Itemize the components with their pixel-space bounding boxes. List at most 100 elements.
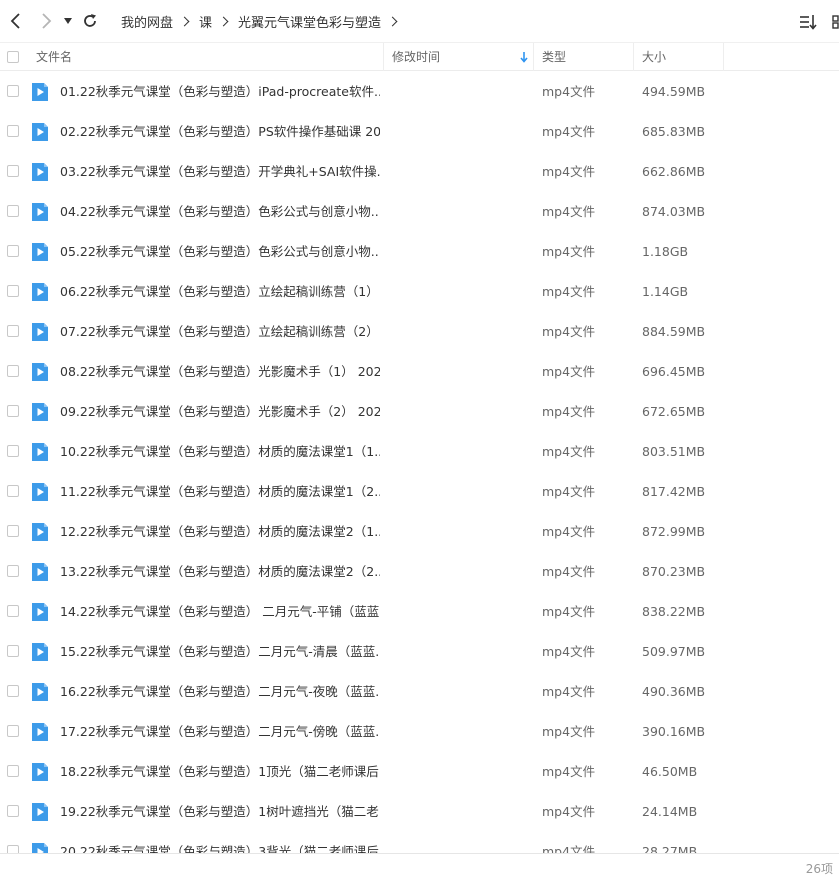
- file-name[interactable]: 07.22秋季元气课堂（色彩与塑造）立绘起稿训练营（2）...: [60, 312, 380, 352]
- column-divider[interactable]: [633, 43, 634, 71]
- row-checkbox[interactable]: [7, 205, 19, 217]
- file-row[interactable]: 01.22秋季元气课堂（色彩与塑造）iPad-procreate软件... mp4…: [0, 72, 839, 112]
- breadcrumb: 我的网盘 课 光翼元气课堂色彩与塑造: [121, 11, 407, 31]
- breadcrumb-item-current[interactable]: 光翼元气课堂色彩与塑造: [238, 12, 381, 31]
- row-checkbox[interactable]: [7, 525, 19, 537]
- video-file-icon: [32, 723, 48, 741]
- breadcrumb-item-root[interactable]: 我的网盘: [121, 12, 173, 31]
- file-name[interactable]: 09.22秋季元气课堂（色彩与塑造）光影魔术手（2） 202...: [60, 392, 380, 432]
- video-file-icon: [32, 763, 48, 781]
- file-name[interactable]: 02.22秋季元气课堂（色彩与塑造）PS软件操作基础课 20...: [60, 112, 380, 152]
- row-checkbox[interactable]: [7, 405, 19, 417]
- view-mode-button[interactable]: [832, 12, 839, 32]
- row-checkbox[interactable]: [7, 845, 19, 853]
- file-row[interactable]: 04.22秋季元气课堂（色彩与塑造）色彩公式与创意小物... mp4文件 874.0…: [0, 192, 839, 232]
- column-divider[interactable]: [533, 43, 534, 71]
- file-name[interactable]: 14.22秋季元气课堂（色彩与塑造） 二月元气-平铺（蓝蓝...: [60, 592, 380, 632]
- video-file-icon: [32, 203, 48, 221]
- file-name[interactable]: 20.22秋季元气课堂（色彩与塑造）3背光（猫二老师课后...: [60, 832, 380, 853]
- row-checkbox[interactable]: [7, 365, 19, 377]
- row-checkbox[interactable]: [7, 85, 19, 97]
- row-checkbox[interactable]: [7, 485, 19, 497]
- refresh-icon: [84, 14, 96, 27]
- file-row[interactable]: 06.22秋季元气课堂（色彩与塑造）立绘起稿训练营（1）... mp4文件 1.14…: [0, 272, 839, 312]
- video-file-icon: [32, 443, 48, 461]
- file-name[interactable]: 19.22秋季元气课堂（色彩与塑造）1树叶遮挡光（猫二老...: [60, 792, 380, 832]
- row-checkbox[interactable]: [7, 325, 19, 337]
- select-all-checkbox[interactable]: [7, 51, 19, 63]
- file-row[interactable]: 08.22秋季元气课堂（色彩与塑造）光影魔术手（1） 202... mp4文件 69…: [0, 352, 839, 392]
- row-checkbox[interactable]: [7, 685, 19, 697]
- file-name[interactable]: 10.22秋季元气课堂（色彩与塑造）材质的魔法课堂1（1...: [60, 432, 380, 472]
- file-row[interactable]: 18.22秋季元气课堂（色彩与塑造）1顶光（猫二老师课后... mp4文件 46.5…: [0, 752, 839, 792]
- file-type: mp4文件: [542, 244, 596, 259]
- file-name[interactable]: 06.22秋季元气课堂（色彩与塑造）立绘起稿训练营（1）...: [60, 272, 380, 312]
- back-button[interactable]: [5, 10, 27, 32]
- sort-button[interactable]: [798, 12, 818, 32]
- column-size[interactable]: 大小: [642, 43, 666, 71]
- file-row[interactable]: 15.22秋季元气课堂（色彩与塑造）二月元气-清晨（蓝蓝... mp4文件 509.…: [0, 632, 839, 672]
- file-type: mp4文件: [542, 164, 596, 179]
- video-file-icon: [32, 803, 48, 821]
- file-name[interactable]: 13.22秋季元气课堂（色彩与塑造）材质的魔法课堂2（2...: [60, 552, 380, 592]
- video-file-icon: [32, 523, 48, 541]
- sort-descending-icon[interactable]: [519, 51, 529, 63]
- row-checkbox[interactable]: [7, 765, 19, 777]
- chevron-right-icon: [42, 13, 52, 29]
- column-divider[interactable]: [383, 43, 384, 71]
- row-checkbox[interactable]: [7, 285, 19, 297]
- file-name[interactable]: 17.22秋季元气课堂（色彩与塑造）二月元气-傍晚（蓝蓝...: [60, 712, 380, 752]
- file-name[interactable]: 03.22秋季元气课堂（色彩与塑造）开学典礼+SAI软件操...: [60, 152, 380, 192]
- file-name[interactable]: 12.22秋季元气课堂（色彩与塑造）材质的魔法课堂2（1...: [60, 512, 380, 552]
- video-file-icon: [32, 403, 48, 421]
- column-divider[interactable]: [723, 43, 724, 71]
- file-size: 1.14GB: [642, 284, 689, 299]
- file-type: mp4文件: [542, 844, 596, 853]
- file-row[interactable]: 19.22秋季元气课堂（色彩与塑造）1树叶遮挡光（猫二老... mp4文件 24.1…: [0, 792, 839, 832]
- file-row[interactable]: 02.22秋季元气课堂（色彩与塑造）PS软件操作基础课 20... mp4文件 68…: [0, 112, 839, 152]
- file-row[interactable]: 05.22秋季元气课堂（色彩与塑造）色彩公式与创意小物... mp4文件 1.18G…: [0, 232, 839, 272]
- breadcrumb-item-course[interactable]: 课: [199, 12, 212, 31]
- row-checkbox[interactable]: [7, 245, 19, 257]
- file-name[interactable]: 05.22秋季元气课堂（色彩与塑造）色彩公式与创意小物...: [60, 232, 380, 272]
- file-row[interactable]: 13.22秋季元气课堂（色彩与塑造）材质的魔法课堂2（2... mp4文件 870.…: [0, 552, 839, 592]
- file-name[interactable]: 15.22秋季元气课堂（色彩与塑造）二月元气-清晨（蓝蓝...: [60, 632, 380, 672]
- file-name[interactable]: 04.22秋季元气课堂（色彩与塑造）色彩公式与创意小物...: [60, 192, 380, 232]
- file-row[interactable]: 14.22秋季元气课堂（色彩与塑造） 二月元气-平铺（蓝蓝... mp4文件 838…: [0, 592, 839, 632]
- file-row[interactable]: 20.22秋季元气课堂（色彩与塑造）3背光（猫二老师课后... mp4文件 28.2…: [0, 832, 839, 853]
- file-row[interactable]: 12.22秋季元气课堂（色彩与塑造）材质的魔法课堂2（1... mp4文件 872.…: [0, 512, 839, 552]
- row-checkbox[interactable]: [7, 805, 19, 817]
- file-type: mp4文件: [542, 324, 596, 339]
- row-checkbox[interactable]: [7, 725, 19, 737]
- row-checkbox[interactable]: [7, 645, 19, 657]
- video-file-icon: [32, 123, 48, 141]
- file-type: mp4文件: [542, 444, 596, 459]
- file-row[interactable]: 11.22秋季元气课堂（色彩与塑造）材质的魔法课堂1（2... mp4文件 817.…: [0, 472, 839, 512]
- row-checkbox[interactable]: [7, 565, 19, 577]
- column-name[interactable]: 文件名: [36, 43, 72, 71]
- file-name[interactable]: 01.22秋季元气课堂（色彩与塑造）iPad-procreate软件...: [60, 72, 380, 112]
- file-row[interactable]: 16.22秋季元气课堂（色彩与塑造）二月元气-夜晚（蓝蓝... mp4文件 490.…: [0, 672, 839, 712]
- refresh-button[interactable]: [79, 10, 101, 32]
- file-name[interactable]: 11.22秋季元气课堂（色彩与塑造）材质的魔法课堂1（2...: [60, 472, 380, 512]
- video-file-icon: [32, 243, 48, 261]
- row-checkbox[interactable]: [7, 445, 19, 457]
- file-name[interactable]: 16.22秋季元气课堂（色彩与塑造）二月元气-夜晚（蓝蓝...: [60, 672, 380, 712]
- sort-list-icon: [800, 15, 817, 30]
- file-row[interactable]: 17.22秋季元气课堂（色彩与塑造）二月元气-傍晚（蓝蓝... mp4文件 390.…: [0, 712, 839, 752]
- file-row[interactable]: 09.22秋季元气课堂（色彩与塑造）光影魔术手（2） 202... mp4文件 67…: [0, 392, 839, 432]
- file-size: 874.03MB: [642, 204, 706, 219]
- file-name[interactable]: 18.22秋季元气课堂（色彩与塑造）1顶光（猫二老师课后...: [60, 752, 380, 792]
- column-type[interactable]: 类型: [542, 43, 566, 71]
- file-row[interactable]: 10.22秋季元气课堂（色彩与塑造）材质的魔法课堂1（1... mp4文件 803.…: [0, 432, 839, 472]
- file-row[interactable]: 03.22秋季元气课堂（色彩与塑造）开学典礼+SAI软件操... mp4文件 662…: [0, 152, 839, 192]
- file-name[interactable]: 08.22秋季元气课堂（色彩与塑造）光影魔术手（1） 202...: [60, 352, 380, 392]
- row-checkbox[interactable]: [7, 125, 19, 137]
- history-dropdown-button[interactable]: [58, 10, 78, 32]
- row-checkbox[interactable]: [7, 165, 19, 177]
- file-row[interactable]: 07.22秋季元气课堂（色彩与塑造）立绘起稿训练营（2）... mp4文件 884.…: [0, 312, 839, 352]
- file-size: 884.59MB: [642, 324, 706, 339]
- column-modified[interactable]: 修改时间: [392, 43, 440, 71]
- forward-button[interactable]: [35, 10, 57, 32]
- row-checkbox[interactable]: [7, 605, 19, 617]
